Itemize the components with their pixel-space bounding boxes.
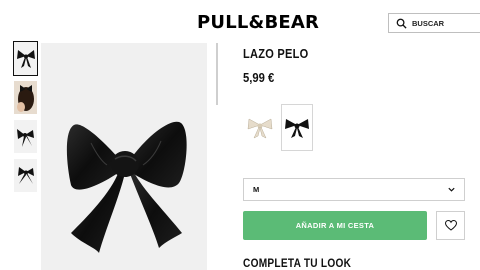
gallery-scrollbar[interactable]	[216, 43, 218, 105]
thumb-bow-side[interactable]	[14, 159, 37, 192]
chevron-down-icon	[448, 187, 455, 192]
model-hair-thumbnail-icon	[14, 81, 37, 114]
add-to-cart-button[interactable]: AÑADIR A MI CESTA	[243, 211, 427, 240]
thumbnail-list	[13, 41, 39, 198]
search-input[interactable]	[412, 18, 480, 28]
heart-icon	[444, 220, 457, 231]
black-bow-swatch-icon	[285, 118, 309, 138]
product-title: LAZO PELO	[243, 46, 309, 61]
bow-angle-thumbnail-icon	[16, 128, 34, 147]
product-price: 5,99 €	[243, 71, 275, 85]
thumb-bow-front[interactable]	[13, 41, 38, 76]
cream-bow-swatch-icon	[247, 118, 273, 139]
black-bow-image	[66, 121, 187, 253]
color-swatch-cream[interactable]	[244, 104, 276, 151]
wishlist-button[interactable]	[436, 211, 465, 240]
brand-logo[interactable]: PULL&BEAR	[197, 12, 319, 33]
search-icon	[396, 18, 407, 29]
size-select[interactable]: M	[243, 178, 465, 201]
complete-look-heading: COMPLETA TU LOOK	[243, 258, 352, 270]
product-main-image[interactable]	[41, 43, 207, 270]
bow-side-thumbnail-icon	[17, 166, 34, 184]
search-box[interactable]	[388, 13, 480, 33]
thumb-model-hair[interactable]	[14, 81, 37, 114]
bow-thumbnail-icon	[16, 49, 35, 68]
color-swatch-black[interactable]	[281, 104, 313, 151]
size-value: M	[253, 185, 260, 194]
thumb-bow-angle[interactable]	[14, 120, 37, 153]
